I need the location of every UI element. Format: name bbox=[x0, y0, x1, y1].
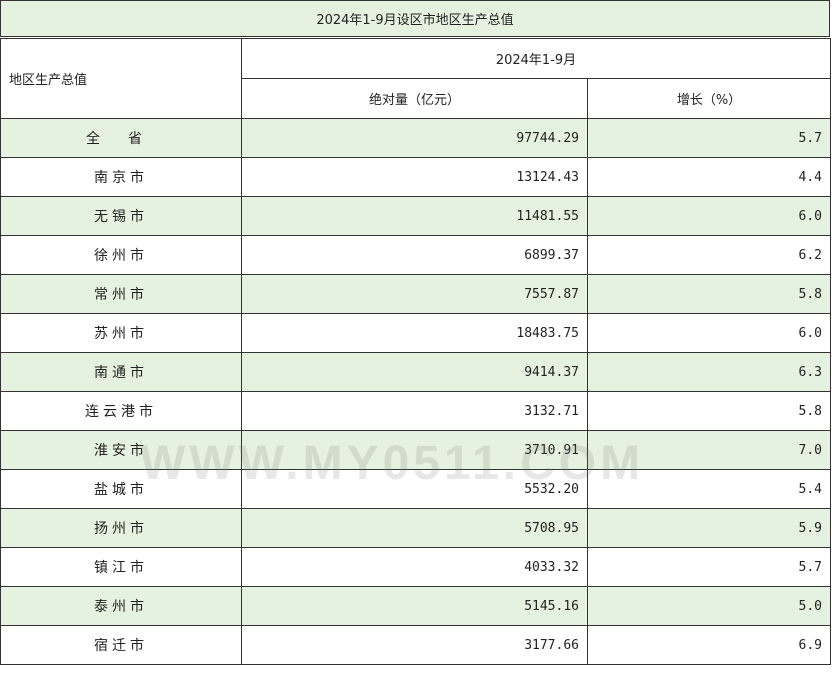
growth-cell: 6.3 bbox=[586, 352, 832, 392]
value-cell: 7557.87 bbox=[241, 274, 588, 314]
table-row: 徐州市 6899.37 6.2 bbox=[0, 235, 832, 275]
value-cell: 3710.91 bbox=[241, 430, 588, 470]
value-cell: 3132.71 bbox=[241, 391, 588, 431]
table-row: 连云港市 3132.71 5.8 bbox=[0, 391, 832, 431]
table-row: 无锡市 11481.55 6.0 bbox=[0, 196, 832, 236]
table-row: 苏州市 18483.75 6.0 bbox=[0, 313, 832, 353]
region-cell: 苏州市 bbox=[0, 313, 242, 353]
growth-cell: 7.0 bbox=[586, 430, 832, 470]
table-row: 南通市 9414.37 6.3 bbox=[0, 352, 832, 392]
table-row: 南京市 13124.43 4.4 bbox=[0, 157, 832, 197]
growth-cell: 4.4 bbox=[586, 157, 832, 197]
region-cell: 无锡市 bbox=[0, 196, 242, 236]
value-cell: 11481.55 bbox=[241, 196, 588, 236]
growth-cell: 5.8 bbox=[586, 391, 832, 431]
growth-cell: 6.0 bbox=[586, 313, 832, 353]
value-cell: 4033.32 bbox=[241, 547, 588, 587]
header-value: 绝对量（亿元） bbox=[241, 78, 588, 119]
gdp-table-page: 2024年1-9月设区市地区生产总值 地区生产总值 2024年1-9月 绝对量（… bbox=[0, 0, 832, 682]
value-cell: 5145.16 bbox=[241, 586, 588, 626]
region-cell: 宿迁市 bbox=[0, 625, 242, 665]
growth-cell: 5.7 bbox=[586, 547, 832, 587]
table-row: 全省 97744.29 5.7 bbox=[0, 118, 832, 158]
growth-cell: 6.9 bbox=[586, 625, 832, 665]
growth-cell: 5.8 bbox=[586, 274, 832, 314]
gdp-table: 地区生产总值 2024年1-9月 绝对量（亿元） 增长（%） 全省 97744.2… bbox=[0, 38, 832, 665]
value-cell: 13124.43 bbox=[241, 157, 588, 197]
region-cell: 淮安市 bbox=[0, 430, 242, 470]
value-cell: 3177.66 bbox=[241, 625, 588, 665]
table-row: 常州市 7557.87 5.8 bbox=[0, 274, 832, 314]
table-row: 扬州市 5708.95 5.9 bbox=[0, 508, 832, 548]
header-period: 2024年1-9月 bbox=[240, 38, 832, 79]
value-cell: 97744.29 bbox=[241, 118, 588, 158]
region-cell: 徐州市 bbox=[0, 235, 242, 275]
region-cell: 泰州市 bbox=[0, 586, 242, 626]
header-growth: 增长（%） bbox=[586, 78, 832, 119]
value-cell: 6899.37 bbox=[241, 235, 588, 275]
region-cell: 南通市 bbox=[0, 352, 242, 392]
value-cell: 5708.95 bbox=[241, 508, 588, 548]
growth-cell: 6.2 bbox=[586, 235, 832, 275]
growth-cell: 5.0 bbox=[586, 586, 832, 626]
growth-cell: 5.9 bbox=[586, 508, 832, 548]
table-title: 2024年1-9月设区市地区生产总值 bbox=[0, 0, 830, 37]
region-cell: 全省 bbox=[0, 118, 242, 158]
region-cell: 常州市 bbox=[0, 274, 242, 314]
region-cell: 镇江市 bbox=[0, 547, 242, 587]
region-cell: 连云港市 bbox=[0, 391, 242, 431]
table-row: 泰州市 5145.16 5.0 bbox=[0, 586, 832, 626]
growth-cell: 6.0 bbox=[586, 196, 832, 236]
table-row: 淮安市 3710.91 7.0 bbox=[0, 430, 832, 470]
header-region: 地区生产总值 bbox=[0, 38, 242, 119]
table-row: 镇江市 4033.32 5.7 bbox=[0, 547, 832, 587]
region-cell: 南京市 bbox=[0, 157, 242, 197]
value-cell: 5532.20 bbox=[241, 469, 588, 509]
table-row: 盐城市 5532.20 5.4 bbox=[0, 469, 832, 509]
region-cell: 扬州市 bbox=[0, 508, 242, 548]
growth-cell: 5.7 bbox=[586, 118, 832, 158]
value-cell: 18483.75 bbox=[241, 313, 588, 353]
region-cell: 盐城市 bbox=[0, 469, 242, 509]
table-row: 宿迁市 3177.66 6.9 bbox=[0, 625, 832, 665]
growth-cell: 5.4 bbox=[586, 469, 832, 509]
value-cell: 9414.37 bbox=[241, 352, 588, 392]
